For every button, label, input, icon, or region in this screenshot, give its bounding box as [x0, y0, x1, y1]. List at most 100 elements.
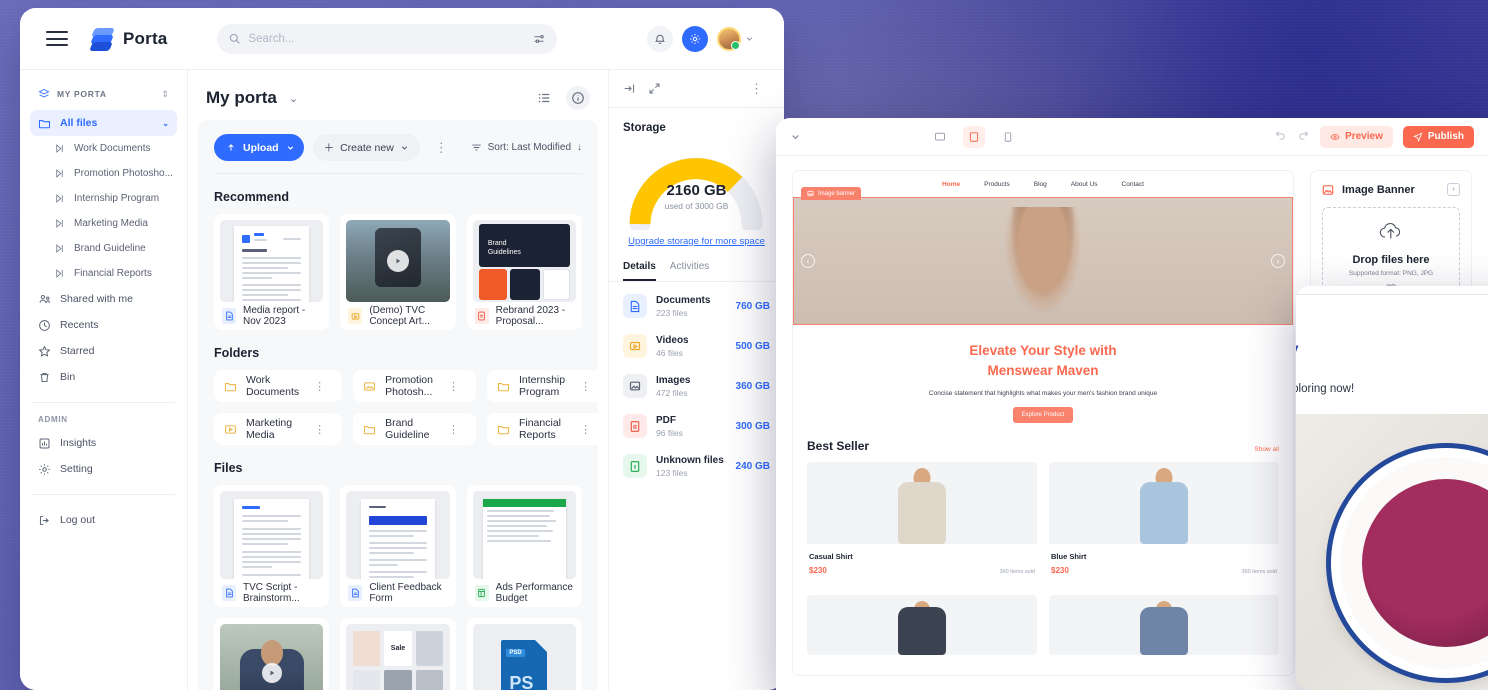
carousel-prev-icon[interactable]: ‹	[801, 254, 815, 268]
sidebar-subitem-promotion-photoshoot[interactable]: Promotion Photosho...	[30, 161, 177, 186]
device-mobile-button[interactable]	[997, 126, 1019, 148]
list-view-button[interactable]	[532, 86, 556, 110]
storage-gauge: 2160 GB used of 3000 GB	[623, 144, 770, 230]
storage-menu-button[interactable]: ⋮	[744, 81, 770, 97]
create-new-button[interactable]: ＋ Create new	[312, 134, 420, 161]
sidebar-item-all-files[interactable]: All files ⌄	[30, 110, 177, 136]
redo-icon[interactable]	[1297, 128, 1310, 146]
file-item[interactable]: TVC Script - Brainstorm...	[214, 485, 330, 607]
workspace-sort-icon[interactable]: ⇕	[161, 89, 169, 100]
more-options-button[interactable]: ⋮	[429, 140, 455, 156]
notifications-button[interactable]	[647, 25, 673, 52]
preview-button[interactable]: Preview	[1320, 125, 1393, 148]
product-card[interactable]	[807, 595, 1037, 655]
sidebar-subitem-financial-reports[interactable]: Financial Reports	[30, 261, 177, 286]
files-scroll-area[interactable]: Upload ＋ Create new ⋮ Sort: Last Modifie…	[198, 120, 598, 690]
play-icon[interactable]	[261, 663, 282, 684]
storage-row[interactable]: Videos 46 files 500 GB	[623, 326, 770, 366]
collapse-panel-icon[interactable]	[623, 82, 636, 95]
site-nav-contact[interactable]: Contact	[1122, 181, 1144, 188]
folder-menu-button[interactable]: ⋮	[308, 423, 332, 436]
storage-row[interactable]: Documents 223 files 760 GB	[623, 286, 770, 326]
expand-panel-icon[interactable]	[648, 82, 661, 95]
star-icon	[38, 344, 51, 358]
recommend-card[interactable]: (Demo) TVC Concept Art...	[340, 214, 456, 330]
sidebar-item-recents[interactable]: Recents	[30, 312, 177, 338]
folder-item[interactable]: Promotion Photosh... ⋮	[353, 370, 476, 402]
undo-icon[interactable]	[1274, 128, 1287, 146]
file-item[interactable]: Ads Performance Budget	[466, 485, 582, 607]
device-desktop-button[interactable]	[929, 126, 951, 148]
file-name-row: (Demo) TVC Concept Art...	[346, 302, 449, 330]
sidebar-subitem-marketing-media[interactable]: Marketing Media	[30, 211, 177, 236]
sidebar-item-starred[interactable]: Starred	[30, 338, 177, 364]
explore-product-button[interactable]: Explore Product	[1012, 407, 1074, 423]
recommend-card[interactable]: Media report - Nov 2023	[214, 214, 330, 330]
file-item[interactable]: Client Feedback Form	[340, 485, 456, 607]
sidebar-item-insights[interactable]: Insights	[30, 430, 177, 456]
show-all-link[interactable]: Show all	[1254, 446, 1279, 453]
site-nav-about[interactable]: About Us	[1071, 181, 1098, 188]
product-card[interactable]: Blue Shirt $230 360 items sold	[1049, 462, 1279, 583]
site-nav-blog[interactable]: Blog	[1034, 181, 1047, 188]
storage-type-size: 500 GB	[735, 340, 770, 352]
hero-image	[999, 207, 1087, 325]
hero-banner[interactable]: ‹ ›	[793, 197, 1293, 325]
selected-block-tag[interactable]: Image banner	[801, 187, 862, 200]
product-card[interactable]: Casual Shirt $230 360 items sold	[807, 462, 1037, 583]
sidebar-item-setting[interactable]: Setting	[30, 456, 177, 482]
storage-row[interactable]: Unknown files 123 files 240 GB	[623, 446, 770, 486]
search-bar[interactable]	[217, 23, 558, 54]
tab-activities[interactable]: Activities	[670, 261, 709, 281]
folder-name: Work Documents	[246, 374, 300, 398]
sidebar-item-shared-with-me[interactable]: Shared with me	[30, 286, 177, 312]
chevron-down-icon[interactable]: ⌄	[289, 92, 298, 105]
subfolder-icon	[54, 143, 65, 154]
file-item[interactable]: Podcast rough cut 01	[214, 618, 330, 690]
sidebar-item-logout[interactable]: Log out	[30, 507, 177, 533]
sort-control[interactable]: Sort: Last Modified ↓	[471, 142, 582, 153]
sort-icon	[472, 144, 481, 151]
storage-row[interactable]: PDF 96 files 300 GB	[623, 406, 770, 446]
settings-button[interactable]	[682, 25, 708, 52]
panel-collapse-button[interactable]: ›	[1447, 183, 1460, 196]
upload-button[interactable]: Upload	[214, 134, 304, 161]
folder-item[interactable]: Brand Guideline ⋮	[353, 413, 476, 445]
tab-details[interactable]: Details	[623, 261, 656, 281]
filter-icon[interactable]	[533, 33, 545, 45]
play-icon[interactable]	[386, 250, 409, 272]
recommend-card[interactable]: Brand Guidelines Rebrand 2023 - Proposal…	[466, 214, 582, 330]
folder-icon	[497, 423, 510, 436]
folder-item[interactable]: Financial Reports ⋮	[486, 413, 598, 445]
sidebar-subitem-internship-program[interactable]: Internship Program	[30, 186, 177, 211]
folder-menu-button[interactable]: ⋮	[442, 423, 466, 436]
chevron-down-icon[interactable]: ⌄	[162, 119, 169, 128]
storage-row[interactable]: Images 472 files 360 GB	[623, 366, 770, 406]
folder-menu-button[interactable]: ⋮	[574, 380, 598, 393]
folder-item[interactable]: Internship Program ⋮	[486, 370, 598, 402]
publish-button[interactable]: Publish	[1402, 125, 1474, 148]
folder-item[interactable]: Work Documents ⋮	[214, 370, 343, 402]
sidebar-subitem-work-documents[interactable]: Work Documents	[30, 136, 177, 161]
file-item[interactable]: PSD PS Key Visuals	[466, 618, 582, 690]
sidebar-subitem-brand-guideline[interactable]: Brand Guideline	[30, 236, 177, 261]
site-nav-products[interactable]: Products	[984, 181, 1010, 188]
folder-menu-button[interactable]: ⋮	[308, 380, 332, 393]
site-canvas[interactable]: Home Products Blog About Us Contact Imag…	[792, 170, 1294, 676]
user-menu[interactable]	[717, 26, 754, 51]
product-card[interactable]	[1049, 595, 1279, 655]
folder-menu-button[interactable]: ⋮	[574, 423, 598, 436]
device-tablet-button[interactable]	[963, 125, 985, 148]
carousel-next-icon[interactable]: ›	[1271, 254, 1285, 268]
workspace-switcher[interactable]: MY PORTA ⇕	[30, 84, 177, 110]
folder-menu-button[interactable]: ⋮	[442, 380, 466, 393]
search-input[interactable]	[248, 32, 526, 45]
info-button[interactable]	[566, 86, 590, 110]
folder-item[interactable]: Marketing Media ⋮	[214, 413, 343, 445]
file-item[interactable]: Sale Instagram Post - Dec	[340, 618, 456, 690]
site-nav-home[interactable]: Home	[942, 181, 960, 188]
upgrade-storage-link[interactable]: Upgrade storage for more space	[623, 236, 770, 247]
hamburger-icon[interactable]	[46, 31, 68, 46]
chevron-down-icon[interactable]	[790, 131, 801, 142]
sidebar-item-bin[interactable]: Bin	[30, 364, 177, 390]
